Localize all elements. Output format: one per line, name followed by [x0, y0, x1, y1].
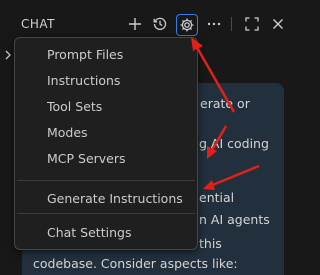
close-icon[interactable] — [269, 15, 287, 33]
chevron-right-icon[interactable] — [3, 48, 13, 62]
menu-separator — [17, 180, 195, 181]
plus-icon[interactable] — [126, 15, 144, 33]
chat-text-line: this — [199, 236, 222, 251]
chat-text-line: codebase. Consider aspects like: — [33, 256, 238, 271]
menu-separator — [17, 213, 195, 214]
gear-icon[interactable] — [176, 14, 198, 36]
menu-item-modes[interactable]: Modes — [16, 122, 196, 144]
chat-panel: CHAT erate or g AI coding ential n AI ag… — [0, 0, 291, 275]
chat-text-line: g AI coding — [199, 136, 269, 151]
menu-item-tool-sets[interactable]: Tool Sets — [16, 96, 196, 118]
maximize-icon[interactable] — [243, 15, 261, 33]
settings-dropdown-menu: Prompt Files Instructions Tool Sets Mode… — [14, 37, 198, 250]
chat-text-line: ential — [199, 190, 235, 205]
menu-item-instructions[interactable]: Instructions — [16, 70, 196, 92]
more-icon[interactable] — [205, 15, 223, 33]
chat-text-line: n AI agents — [199, 212, 270, 227]
menu-item-mcp-servers[interactable]: MCP Servers — [16, 148, 196, 170]
menu-item-prompt-files[interactable]: Prompt Files — [16, 44, 196, 66]
menu-item-generate-instructions[interactable]: Generate Instructions — [16, 188, 196, 210]
menu-item-chat-settings[interactable]: Chat Settings — [16, 222, 196, 244]
header-divider — [231, 17, 232, 31]
panel-title: CHAT — [21, 17, 56, 31]
history-icon[interactable] — [151, 15, 169, 33]
chat-text-line: erate or — [200, 96, 250, 111]
